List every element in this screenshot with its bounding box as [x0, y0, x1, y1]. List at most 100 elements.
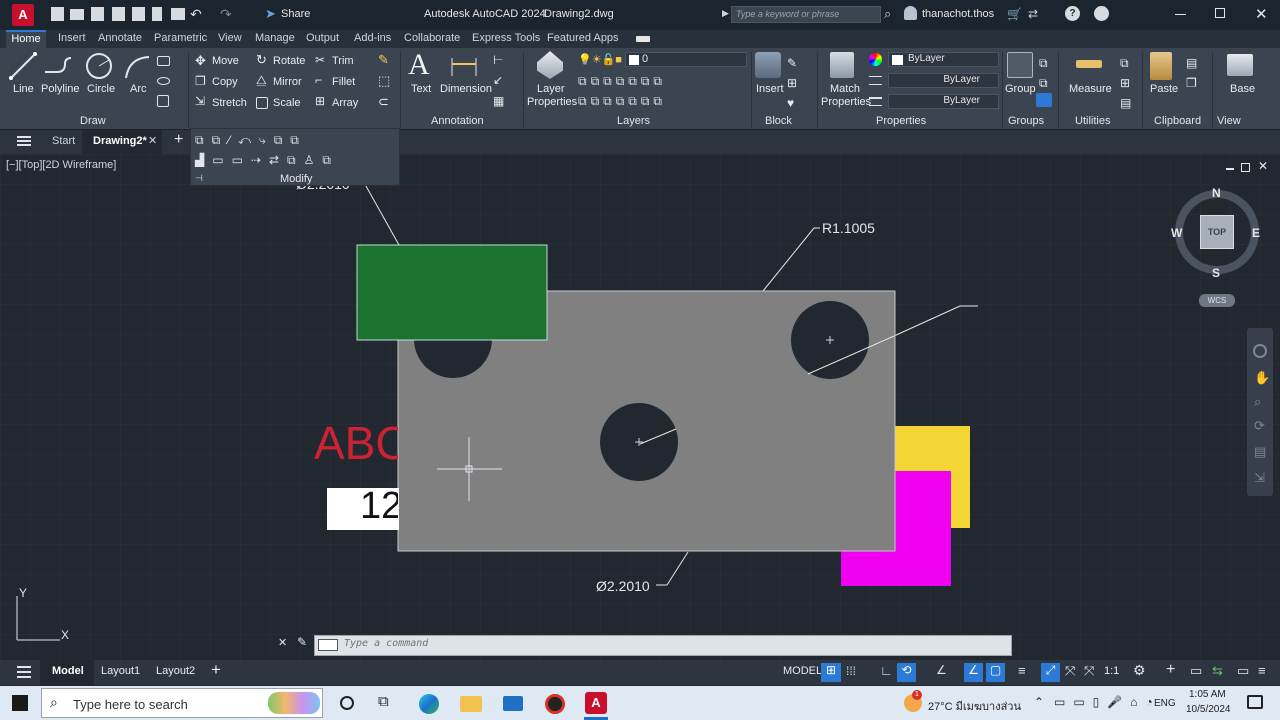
hatch-icon[interactable] [157, 95, 169, 107]
dimension-button[interactable]: Dimension [440, 83, 492, 95]
green-rectangle[interactable] [356, 244, 548, 341]
annotation-visibility-icon[interactable]: ⤧ [1065, 663, 1075, 679]
dim-text-bottom[interactable]: Ø2.2010 [596, 578, 650, 594]
layer-tools-row-1[interactable]: ⧉⧉⧉⧉⧉⧉⧉ [578, 74, 666, 89]
units-icon[interactable]: ▭ [1190, 663, 1202, 679]
group-select-icon[interactable] [1036, 93, 1052, 107]
clock-date[interactable]: 10/5/2024 [1186, 704, 1231, 715]
tab-collaborate[interactable]: Collaborate [404, 32, 460, 44]
view-panel-title[interactable]: View [1217, 115, 1241, 127]
notification-icon[interactable] [1247, 695, 1263, 709]
command-history-icon[interactable] [318, 639, 338, 651]
erase-icon[interactable]: ✎ [378, 52, 389, 68]
autodesk-account-icon[interactable] [1094, 6, 1109, 21]
new-layout-icon[interactable]: + [211, 660, 221, 680]
cart-icon[interactable]: 🛒 [1007, 7, 1022, 21]
radius-text[interactable]: R1.1005 [822, 220, 875, 236]
tab-manage[interactable]: Manage [255, 32, 295, 44]
abc-text[interactable]: ABC [314, 416, 398, 470]
layer-properties-icon[interactable] [537, 51, 563, 79]
quick-properties-icon[interactable]: ⇆ [1212, 663, 1223, 679]
windows-start-icon[interactable] [12, 695, 28, 711]
viewport-label[interactable]: [−][Top][2D Wireframe] [6, 159, 116, 171]
layers-panel-title[interactable]: Layers [617, 115, 650, 127]
new-tab-icon[interactable]: + [174, 131, 183, 149]
model-space-button[interactable]: MODEL [783, 665, 822, 677]
qa-open-icon[interactable] [70, 9, 84, 20]
lineweight-toggle-icon[interactable]: ≡ [1018, 663, 1026, 678]
qa-save-icon[interactable] [91, 7, 104, 21]
circle-button[interactable]: Circle [87, 83, 115, 95]
close-icon[interactable]: ✕ [1255, 5, 1268, 23]
stretch-icon[interactable]: ⇲ [195, 94, 205, 108]
polyline-button[interactable]: Polyline [41, 83, 80, 95]
trim-button[interactable]: Trim [332, 55, 354, 67]
app-logo[interactable]: A [12, 4, 34, 26]
utilities-panel-title[interactable]: Utilities [1075, 115, 1110, 127]
tab-parametric[interactable]: Parametric [154, 32, 207, 44]
mirror-icon[interactable]: ⧋ [256, 73, 267, 88]
viewport-minimize-icon[interactable] [1226, 168, 1234, 170]
scale-button[interactable]: Scale [273, 97, 301, 109]
color-dropdown[interactable]: ByLayer [888, 52, 999, 67]
qa-print-icon[interactable] [171, 8, 185, 20]
search-expand-icon[interactable]: ▶ [722, 8, 729, 19]
group-icon[interactable] [1007, 52, 1033, 78]
share-icon[interactable]: ➤ [265, 6, 276, 22]
snap-toggle-icon[interactable]: ⁞⁞⁞ [846, 664, 856, 678]
layer-state-icons[interactable]: 💡☀🔓■ [578, 53, 622, 66]
help-search-input[interactable]: Type a keyword or phrase [731, 6, 881, 23]
paste-button[interactable]: Paste [1150, 83, 1178, 95]
autocad-taskbar-icon[interactable]: A [585, 692, 607, 714]
tab-express-tools[interactable]: Express Tools [472, 32, 540, 44]
fillet-icon[interactable]: ⌐ [315, 73, 322, 87]
qa-new-icon[interactable] [51, 7, 64, 21]
text-icon[interactable]: A [408, 48, 430, 82]
annotation-panel-title[interactable]: Annotation [431, 115, 484, 127]
properties-panel-title[interactable]: Properties [876, 115, 926, 127]
edge-icon[interactable] [419, 694, 439, 714]
tab-addins[interactable]: Add-ins [354, 32, 391, 44]
clean-screen-icon[interactable]: ▭ [1237, 663, 1249, 679]
tab-annotate[interactable]: Annotate [98, 32, 142, 44]
workspace-gear-icon[interactable]: ⚙ [1133, 662, 1146, 679]
rectangle-icon[interactable] [157, 56, 170, 66]
share-button[interactable]: Share [281, 8, 310, 20]
layer-properties-label-1[interactable]: Layer [537, 83, 565, 95]
help-icon[interactable]: ? [1065, 6, 1080, 21]
lineweight-dropdown[interactable]: ByLayer [888, 94, 999, 109]
clock-time[interactable]: 1:05 AM [1189, 689, 1226, 700]
search-icon[interactable]: ⌕ [884, 6, 891, 22]
qa-mobile-icon[interactable] [152, 7, 162, 21]
pin-icon[interactable]: ⊣ [195, 173, 203, 184]
mirror-button[interactable]: Mirror [273, 76, 302, 88]
utility-tool-icons[interactable]: ⧉ ⊞ ▤ [1120, 53, 1131, 113]
screen-recorder-icon[interactable] [545, 694, 565, 714]
user-name[interactable]: thanachot.thos [922, 8, 994, 20]
measure-button[interactable]: Measure [1069, 83, 1112, 95]
table-icon[interactable]: ▦ [493, 94, 504, 108]
steering-wheel-icon[interactable] [1253, 344, 1267, 358]
viewcube-south[interactable]: S [1212, 266, 1220, 280]
scale-icon[interactable] [256, 97, 268, 109]
block-panel-title[interactable]: Block [765, 115, 792, 127]
tray-icons[interactable]: ▭▭▯🎤⌂◔ [1054, 695, 1161, 709]
insert-block-icon[interactable] [755, 52, 781, 78]
arc-button[interactable]: Arc [130, 83, 147, 95]
command-close-icon[interactable]: ✕ [278, 636, 287, 649]
qa-web-icon[interactable] [132, 7, 145, 21]
clipboard-panel-title[interactable]: Clipboard [1154, 115, 1201, 127]
qa-saveas-icon[interactable] [112, 7, 125, 21]
layout1-tab[interactable]: Layout1 [101, 665, 140, 677]
viewcube-north[interactable]: N [1212, 186, 1221, 200]
line-icon[interactable] [9, 52, 37, 80]
color-wheel-icon[interactable] [869, 53, 882, 66]
drawing-area[interactable]: [−][Top][2D Wireframe] Ø2.2010 R1.1005 Ø… [0, 128, 1280, 660]
minimize-icon[interactable] [1175, 14, 1186, 15]
arc-icon[interactable] [123, 54, 151, 80]
block-tool-icons[interactable]: ✎ ⊞ ♥ [787, 53, 797, 113]
mail-icon[interactable] [503, 696, 523, 711]
task-view-icon[interactable] [340, 696, 354, 710]
clipboard-tool-icons[interactable]: ▤ ❐ [1186, 53, 1197, 93]
user-icon[interactable] [904, 6, 917, 20]
